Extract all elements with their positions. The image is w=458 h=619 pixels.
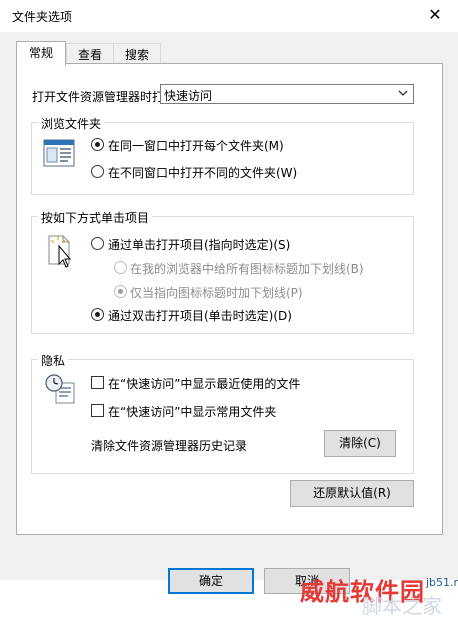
close-button[interactable]: ✕: [424, 4, 446, 26]
watermark-site: jb51.net: [426, 576, 458, 589]
single-click-label[interactable]: 通过单击打开项目(指向时选定)(S): [108, 236, 290, 253]
restore-defaults-button[interactable]: 还原默认值(R): [290, 480, 414, 507]
browse-legend: 浏览文件夹: [38, 115, 105, 132]
double-click-label[interactable]: 通过双击打开项目(单击时选定)(D): [108, 307, 292, 324]
close-icon: ✕: [428, 5, 442, 24]
underline-hover-radio[interactable]: [114, 285, 127, 298]
browse-same-window-radio[interactable]: [91, 138, 104, 151]
double-click-radio[interactable]: [91, 308, 104, 321]
clear-history-label: 清除文件资源管理器历史记录: [91, 439, 248, 453]
privacy-legend: 隐私: [38, 352, 69, 369]
show-frequent-folders-label[interactable]: 在“快速访问”中显示常用文件夹: [108, 403, 276, 420]
tab-search-label: 搜索: [124, 48, 149, 62]
show-recent-files-checkbox[interactable]: [91, 376, 104, 389]
window-title: 文件夹选项: [12, 10, 73, 24]
show-recent-files-label[interactable]: 在“快速访问”中显示最近使用的文件: [108, 375, 300, 392]
single-click-radio[interactable]: [91, 237, 104, 250]
tab-general-label: 常规: [28, 46, 53, 60]
open-in-label: 打开文件资源管理器时打: [32, 90, 165, 104]
underline-hover-label[interactable]: 仅当指向图标标题时加下划线(P): [130, 284, 303, 301]
cursor-click-icon: [48, 235, 72, 268]
clear-history-button-label: 清除(C): [339, 436, 381, 450]
show-frequent-folders-checkbox[interactable]: [91, 404, 104, 417]
underline-all-label[interactable]: 在我的浏览器中给所有图标标题加下划线(B): [130, 260, 364, 277]
ok-button-label: 确定: [198, 574, 223, 588]
clock-documents-icon: [45, 374, 75, 404]
underline-all-radio[interactable]: [114, 261, 127, 274]
browse-new-window-label[interactable]: 在不同窗口中打开不同的文件夹(W): [108, 164, 297, 181]
chevron-down-icon: [398, 90, 408, 96]
tab-general[interactable]: 常规: [16, 41, 66, 66]
folder-window-icon: [43, 139, 75, 167]
open-in-selected: 快速访问: [164, 89, 213, 103]
tab-view-label: 查看: [77, 48, 102, 62]
click-legend: 按如下方式单击项目: [38, 209, 153, 226]
browse-same-window-label[interactable]: 在同一窗口中打开每个文件夹(M): [108, 137, 284, 154]
watermark-brand: 脚本之家: [362, 594, 442, 618]
clear-history-button[interactable]: 清除(C): [324, 430, 396, 457]
browse-group: [31, 122, 414, 195]
ok-button[interactable]: 确定: [168, 568, 254, 594]
browse-new-window-radio[interactable]: [91, 165, 104, 178]
restore-defaults-label: 还原默认值(R): [313, 486, 391, 500]
